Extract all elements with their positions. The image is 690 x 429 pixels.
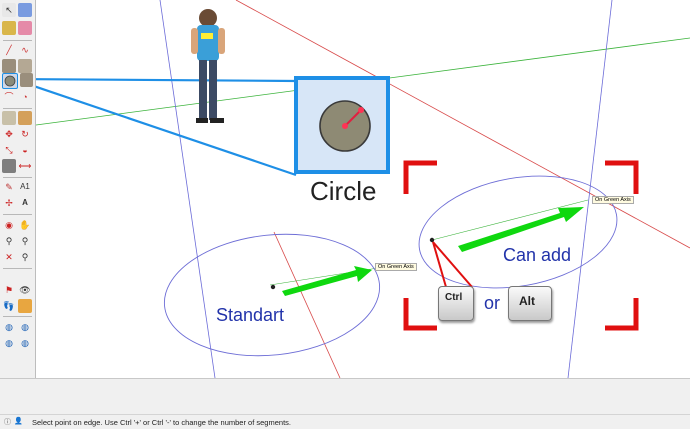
section-plane-icon[interactable] [18,299,32,313]
tool-palette: ↖ ╱ ∿ ⌒ ◔ ✥ ↻ ⤡ ◒ ⟷ ✎ A1 ✢ A ◉ ✋ ⚲ ⚲ ✕ ⚲… [0,0,36,378]
status-message: Select point on edge. Use Ctrl '+' or Ct… [32,417,291,427]
eraser-icon[interactable] [18,21,32,35]
extension-icon[interactable]: ◍ [18,320,32,334]
pie-icon[interactable]: ◔ [18,90,32,104]
standard-circle [163,233,381,357]
user-icon[interactable]: 👤 [14,417,23,427]
zoom-window-icon[interactable]: ⚲ [18,234,32,248]
position-camera-icon[interactable]: ⚑ [2,283,16,297]
or-label: or [484,293,501,313]
callout-title: Circle [310,176,377,206]
rotated-rectangle-icon[interactable] [18,59,32,73]
measurements-panel [0,378,690,415]
rectangle-icon[interactable] [2,59,16,73]
person-figure [191,9,225,123]
text-icon[interactable]: A1 [18,180,32,194]
move-icon[interactable]: ✥ [2,127,16,141]
center-point-left [270,284,276,290]
walk-icon[interactable]: 👣 [2,299,16,313]
axes-icon[interactable]: ✢ [2,196,16,210]
paint-bucket-icon[interactable] [2,21,16,35]
extension-icon-2[interactable]: ◍ [2,336,16,350]
circle-tool-callout [294,76,390,174]
offset-icon[interactable] [18,111,32,125]
blue-axis-right [567,0,613,378]
3d-text-icon[interactable]: A [18,196,32,210]
zoom-extents-icon[interactable]: ✕ [2,250,16,264]
freehand-icon[interactable]: ∿ [18,43,32,57]
zoom-icon[interactable]: ⚲ [2,234,16,248]
dimension-icon[interactable]: ⟷ [18,159,32,173]
make-component-icon[interactable] [18,3,32,17]
pan-icon[interactable]: ✋ [18,218,32,232]
callout-line-top [36,78,297,83]
alt-key-label: Alt [519,294,535,308]
extension-icon-3[interactable]: ◍ [18,336,32,350]
follow-me-icon[interactable]: ◒ [18,143,32,157]
scale-icon[interactable]: ⤡ [2,143,16,157]
arc-icon[interactable]: ⌒ [2,90,16,104]
inference-tag-left: On Green Axis [375,263,417,271]
can-add-label: Can add [503,245,572,265]
polygon-icon[interactable] [19,73,33,87]
ctrl-key: Ctrl [438,286,474,321]
tape-measure-icon[interactable] [2,159,16,173]
sandbox-icon[interactable]: ◍ [2,320,16,334]
rotate-icon[interactable]: ↻ [18,127,32,141]
orbit-icon[interactable]: ◉ [2,218,16,232]
info-icon[interactable]: ⓘ [4,417,11,427]
look-around-icon[interactable]: 👁 [18,283,32,297]
circle-tool-icon [318,99,372,153]
push-pull-icon[interactable] [2,111,16,125]
previous-view-icon[interactable]: ⚲ [18,250,32,264]
standart-label: Standart [216,305,285,325]
inference-tag-right: On Green Axis [592,196,634,204]
status-bar: ⓘ 👤 Select point on edge. Use Ctrl '+' o… [0,414,690,429]
alt-key: Alt [508,286,552,321]
ctrl-key-label: Ctrl [445,292,463,303]
line-icon[interactable]: ╱ [2,43,16,57]
callout-line-bottom [36,85,297,177]
select-icon[interactable]: ↖ [2,3,16,17]
circle-icon[interactable] [2,73,18,89]
protractor-icon[interactable]: ✎ [2,180,16,194]
